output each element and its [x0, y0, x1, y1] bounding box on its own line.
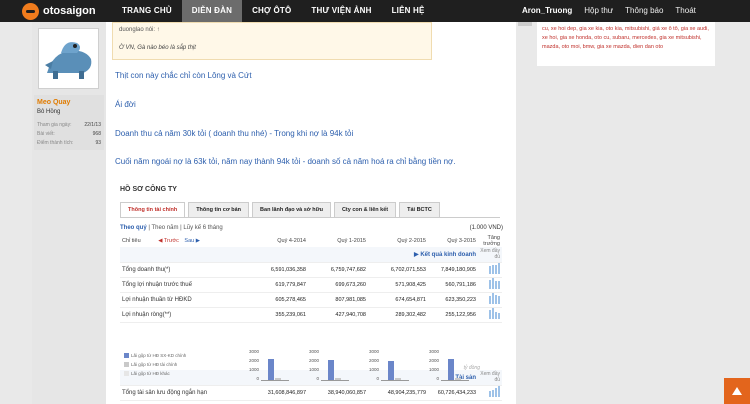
chart-legend: Lãi gộp từ HĐ SX-KD chính Lãi gộp từ HĐ … — [124, 351, 186, 378]
arrow-up-icon — [732, 387, 742, 395]
section-business-results: ▶ Kết quả kinh doanh Xem đầy đủ — [120, 247, 502, 263]
tab-download-report: Tải BCTC — [399, 202, 440, 218]
period-selector: Theo quý | Theo năm | Lũy kế 6 tháng — [120, 225, 223, 231]
chart-bar — [388, 361, 394, 381]
chart-bar — [268, 359, 274, 381]
gross-profit-charts: Lãi gộp từ HĐ SX-KD chính Lãi gộp từ HĐ … — [120, 347, 502, 391]
tab-management: Ban lãnh đạo và sở hữu — [252, 202, 331, 218]
alerts-link[interactable]: Thông báo — [625, 0, 663, 22]
stat-join-date: Tham gia ngày: 22/1/13 — [37, 122, 101, 128]
table-row: Lợi nhuận ròng(**) 355,239,061 427,940,70… — [120, 307, 502, 323]
legend-item: Lãi gộp từ HĐ khác — [124, 369, 186, 378]
nav-item-home[interactable]: TRANG CHỦ — [112, 0, 182, 22]
table-header-row: Chỉ tiêu ◀ Trước Sau ▶ Quý 4-2014 Quý 1-… — [122, 235, 500, 247]
inbox-link[interactable]: Hộp thư — [584, 0, 613, 22]
stat-points: Điểm thành tích: 93 — [37, 140, 101, 146]
username-link[interactable]: Aron_Truong — [522, 0, 572, 22]
company-profile-title: HỒ SƠ CÔNG TY — [120, 186, 177, 193]
unit-label: (1.000 VND) — [469, 225, 503, 231]
legend-item: Lãi gộp từ HĐ SX-KD chính — [124, 351, 186, 360]
table-row: Tổng doanh thu(*) 6,591,036,358 6,759,747… — [120, 262, 502, 278]
logo-text: otosaigon — [43, 5, 96, 17]
logout-link[interactable]: Thoát — [675, 0, 695, 22]
site-logo[interactable]: otosaigon — [22, 2, 114, 20]
tag-list[interactable]: cu, xe hoi dep, gia xe kia, oto kia, mit… — [542, 25, 712, 52]
sidebar-tags: cu, xe hoi dep, gia xe kia, oto kia, mit… — [537, 22, 715, 66]
collapse-handle[interactable] — [518, 22, 532, 26]
mini-chart-q3: 3000 2000 1000 0 — [364, 347, 412, 385]
top-navigation-bar: otosaigon TRANG CHỦ DIỄN ĐÀN CHỢ ÔTÔ THƯ… — [0, 0, 750, 22]
poster-name[interactable]: Meo Quay — [37, 99, 101, 106]
nav-item-contact[interactable]: LIÊN HỆ — [382, 0, 435, 22]
logo-icon — [22, 2, 39, 20]
avatar-image — [39, 29, 98, 88]
tab-divider — [120, 217, 500, 218]
scroll-to-top-button[interactable] — [724, 378, 750, 404]
message-line: Doanh thu cả năm 30k tỏi ( doanh thu nhé… — [115, 129, 354, 138]
user-bar: Aron_Truong Hộp thư Thông báo Thoát — [522, 0, 708, 22]
main-nav: TRANG CHỦ DIỄN ĐÀN CHỢ ÔTÔ THƯ VIỆN ẢNH … — [112, 0, 435, 22]
tab-financial: Thông tin tài chính — [120, 202, 186, 218]
quote-author[interactable]: duonglao nói: ↑ — [119, 27, 160, 33]
message-line: Thịt con này chắc chỉ còn Lông và Cứt — [115, 71, 252, 80]
nav-item-car-market[interactable]: CHỢ ÔTÔ — [242, 0, 301, 22]
quote-text: Ờ VN, Gà nào béo là sắp thịt — [119, 45, 196, 51]
tab-basic-info: Thông tin cơ bản — [188, 202, 250, 218]
poster-column: Meo Quay Bô Hồng Tham gia ngày: 22/1/13 B… — [32, 22, 106, 404]
post-body: duonglao nói: ↑ Ờ VN, Gà nào béo là sắp … — [112, 22, 516, 404]
table-row: Lợi nhuận thuần từ HĐKD 605,278,465 807,9… — [120, 292, 502, 308]
chart-bar — [448, 359, 454, 381]
nav-item-gallery[interactable]: THƯ VIỆN ẢNH — [301, 0, 381, 22]
stat-posts: Bài viết: 968 — [37, 131, 101, 137]
table-row: Tổng lợi nhuận trước thuế 619,779,847 699… — [120, 277, 502, 293]
legend-item: Lãi gộp từ HĐ tài chính — [124, 360, 186, 369]
nav-item-forum[interactable]: DIỄN ĐÀN — [181, 0, 243, 22]
poster-title: Bô Hồng — [37, 109, 61, 115]
profile-tabs: Thông tin tài chính Thông tin cơ bản Ban… — [120, 202, 443, 218]
chart-unit-label: tỷ đồng — [463, 365, 480, 371]
tab-subsidiaries: Cty con & liên kết — [333, 202, 397, 218]
post-container: Meo Quay Bô Hồng Tham gia ngày: 22/1/13 B… — [32, 22, 516, 404]
company-profile-image: HỒ SƠ CÔNG TY Thông tin tài chính Thông … — [115, 182, 507, 404]
avatar[interactable] — [38, 28, 99, 89]
quote-block: duonglao nói: ↑ Ờ VN, Gà nào béo là sắp … — [112, 22, 432, 60]
message-line: Ái đời — [115, 100, 136, 109]
poster-stats: Tham gia ngày: 22/1/13 Bài viết: 968 Điểm … — [37, 121, 101, 148]
mini-chart-q1: 3000 2000 1000 0 — [244, 347, 292, 385]
mini-chart-q2: 3000 2000 1000 0 — [304, 347, 352, 385]
poster-info: Meo Quay Bô Hồng Tham gia ngày: 22/1/13 B… — [34, 95, 104, 150]
message-line: Cuối năm ngoái nợ là 63k tỏi, năm nay th… — [115, 157, 456, 166]
chart-bar — [328, 360, 334, 381]
